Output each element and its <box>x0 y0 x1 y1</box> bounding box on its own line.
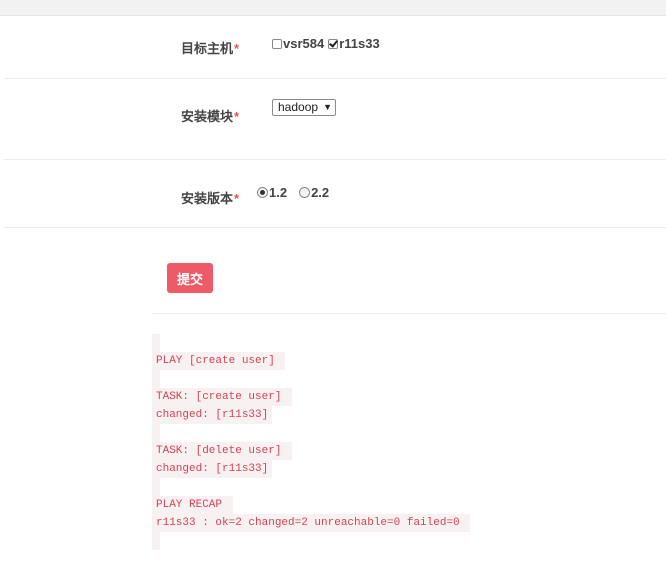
version-option-2-2[interactable]: 2.2 <box>299 185 329 200</box>
output-line: TASK: [delete user] <box>152 442 470 460</box>
host-option-r11s33[interactable]: r11s33 <box>328 36 380 51</box>
divider <box>4 159 666 160</box>
install-module-select[interactable]: hadoop ▼ <box>272 99 336 116</box>
output-line <box>152 532 470 550</box>
ansible-output: PLAY [create user] TASK: [create user] c… <box>152 334 471 550</box>
divider <box>4 227 666 228</box>
target-host-options: vsr584 r11s33 <box>272 36 380 51</box>
divider <box>4 78 666 79</box>
version-option-1-2[interactable]: 1.2 <box>257 185 287 200</box>
output-line: TASK: [create user] <box>152 388 470 406</box>
output-line: changed: [r11s33] <box>152 460 470 478</box>
host-option-vsr584[interactable]: vsr584 <box>272 36 324 51</box>
top-bar <box>0 0 666 16</box>
submit-button[interactable]: 提交 <box>167 263 213 293</box>
output-line: r11s33 : ok=2 changed=2 unreachable=0 fa… <box>152 514 471 532</box>
required-marker: * <box>234 109 240 124</box>
install-version-label: 安装版本* <box>181 191 240 206</box>
output-line <box>152 370 470 388</box>
divider <box>152 313 666 314</box>
output-line: changed: [r11s33] <box>152 406 470 424</box>
output-line: PLAY RECAP <box>152 496 470 514</box>
host-checkbox-r11s33[interactable] <box>328 39 339 49</box>
dropdown-arrow-icon: ▼ <box>323 102 332 112</box>
output-line <box>152 478 470 496</box>
version-radio-2-2[interactable] <box>299 187 311 198</box>
version-radio-1-2[interactable] <box>257 187 268 198</box>
host-checkbox-vsr584[interactable] <box>272 39 282 49</box>
required-marker: * <box>234 41 240 56</box>
output-line <box>152 424 470 442</box>
target-host-label: 目标主机* <box>181 41 240 56</box>
output-line: PLAY [create user] <box>152 352 470 370</box>
output-line <box>152 334 470 352</box>
required-marker: * <box>234 191 240 206</box>
install-version-options: 1.2 2.2 <box>257 185 329 200</box>
install-module-label: 安装模块* <box>181 109 240 124</box>
